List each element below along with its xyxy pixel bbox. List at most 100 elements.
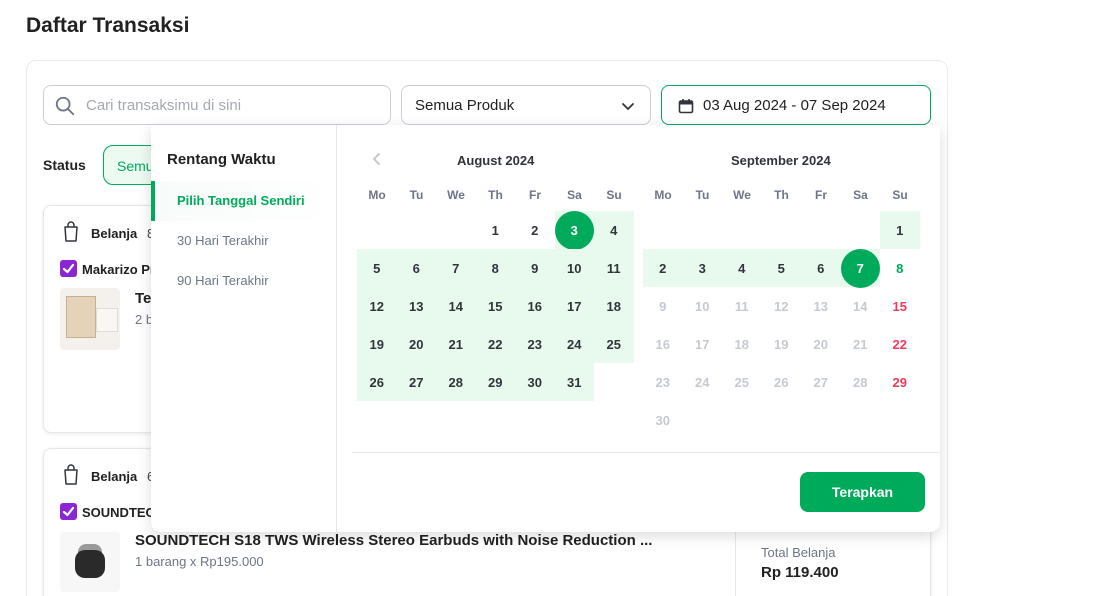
- shopping-bag-icon: [64, 464, 78, 485]
- calendar-day: 11: [734, 298, 749, 314]
- range-title: Rentang Waktu: [167, 151, 276, 168]
- calendar-day[interactable]: 15: [475, 287, 515, 325]
- product-name[interactable]: SOUNDTECH S18 TWS Wireless Stereo Earbud…: [135, 532, 652, 549]
- calendar-day[interactable]: 21: [436, 325, 476, 363]
- calendar-day[interactable]: 16: [515, 287, 555, 325]
- product-image[interactable]: [60, 532, 120, 592]
- calendar-day[interactable]: 22: [475, 325, 515, 363]
- calendar-day[interactable]: 6: [396, 249, 436, 287]
- calendar-day: 24: [695, 374, 710, 390]
- calendar-day: 29: [892, 374, 907, 390]
- calendar-day[interactable]: 27: [396, 363, 436, 401]
- calendar-day[interactable]: 9: [515, 249, 555, 287]
- date-range-value: 03 Aug 2024 - 07 Sep 2024: [703, 97, 886, 114]
- calendar-day[interactable]: 4: [594, 211, 634, 249]
- calendar-day[interactable]: 10: [554, 249, 594, 287]
- calendar-day[interactable]: 7: [840, 248, 880, 288]
- calendar-day[interactable]: 5: [357, 249, 397, 287]
- product-image[interactable]: [60, 288, 120, 350]
- chevron-down-icon: [622, 103, 634, 110]
- official-store-badge-icon: [60, 503, 77, 520]
- shop-name[interactable]: Makarizo Pr: [82, 262, 155, 277]
- calendar-day[interactable]: 6: [801, 249, 841, 287]
- calendar-day[interactable]: 11: [594, 249, 634, 287]
- calendar-day[interactable]: 4: [722, 249, 762, 287]
- calendar-day: 26: [774, 374, 789, 390]
- search-box[interactable]: [43, 85, 391, 125]
- calendar-day[interactable]: 2: [515, 211, 555, 249]
- calendar-day: 14: [853, 298, 868, 314]
- weekday-label: Tu: [695, 188, 710, 202]
- calendar-icon: [678, 99, 694, 114]
- calendar-day: 12: [774, 298, 789, 314]
- total-label: Total Belanja: [761, 545, 836, 560]
- calendar-day: 20: [813, 336, 828, 352]
- range-option-label: Pilih Tanggal Sendiri: [177, 193, 305, 208]
- product-quantity: 1 barang x Rp195.000: [135, 554, 264, 569]
- calendar-day[interactable]: 25: [594, 325, 634, 363]
- total-value: Rp 119.400: [761, 564, 839, 581]
- calendar-day: 28: [853, 374, 868, 390]
- calendar-day: 22: [892, 336, 907, 352]
- weekday-label: Mo: [654, 188, 672, 202]
- calendar-day[interactable]: 7: [436, 249, 476, 287]
- range-option-30-days[interactable]: 30 Hari Terakhir: [151, 221, 336, 261]
- calendar-day[interactable]: 3: [682, 249, 722, 287]
- calendar-day: 18: [734, 336, 749, 352]
- range-option-custom[interactable]: Pilih Tanggal Sendiri: [151, 181, 336, 221]
- calendar-day[interactable]: 18: [594, 287, 634, 325]
- apply-button[interactable]: Terapkan: [800, 472, 925, 512]
- product-name[interactable]: Te: [135, 290, 151, 307]
- calendar-day[interactable]: 13: [396, 287, 436, 325]
- calendar-day: 19: [774, 336, 789, 352]
- calendar-day[interactable]: 19: [357, 325, 397, 363]
- weekday-label: Mo: [368, 188, 386, 202]
- calendar-day[interactable]: 28: [436, 363, 476, 401]
- calendar-day[interactable]: 1: [476, 211, 516, 249]
- search-input[interactable]: [86, 87, 376, 123]
- calendar-day[interactable]: 3: [554, 210, 594, 250]
- shopping-bag-icon: [64, 221, 78, 242]
- calendar-day[interactable]: 17: [554, 287, 594, 325]
- date-picker-popover: Rentang Waktu Pilih Tanggal Sendiri 30 H…: [151, 125, 940, 532]
- range-option-label: 90 Hari Terakhir: [177, 273, 269, 288]
- calendar-day: 30: [655, 412, 670, 428]
- calendar-day[interactable]: 5: [761, 249, 801, 287]
- weekday-label: Su: [606, 188, 622, 202]
- transaction-type: Belanja: [91, 226, 138, 241]
- date-range-field[interactable]: 03 Aug 2024 - 07 Sep 2024: [661, 85, 931, 125]
- calendar-day[interactable]: 29: [475, 363, 515, 401]
- calendar-day[interactable]: 20: [396, 325, 436, 363]
- calendar-day[interactable]: 12: [357, 287, 397, 325]
- chevron-left-icon[interactable]: [370, 151, 384, 167]
- weekday-label: We: [447, 188, 465, 202]
- product-select-value: Semua Produk: [415, 97, 515, 114]
- weekday-label: Fr: [529, 188, 541, 202]
- status-label: Status: [43, 157, 86, 173]
- calendar-day: 8: [896, 260, 904, 276]
- weekday-label: Sa: [567, 188, 582, 202]
- calendar-day: 10: [695, 298, 710, 314]
- range-option-label: 30 Hari Terakhir: [177, 233, 269, 248]
- month-title-september: September 2024: [731, 153, 831, 168]
- calendar-day: 9: [659, 298, 667, 314]
- calendar-day[interactable]: 31: [554, 363, 594, 401]
- calendar-day[interactable]: 14: [436, 287, 476, 325]
- weekday-label: We: [733, 188, 751, 202]
- calendar-day[interactable]: 26: [357, 363, 397, 401]
- calendar-day[interactable]: 2: [643, 249, 683, 287]
- weekday-label: Th: [488, 188, 503, 202]
- calendar-day[interactable]: 30: [515, 363, 555, 401]
- range-panel: Rentang Waktu Pilih Tanggal Sendiri 30 H…: [151, 125, 337, 532]
- calendar-day[interactable]: 23: [515, 325, 555, 363]
- calendar-day: 25: [734, 374, 749, 390]
- weekday-label: Tu: [409, 188, 424, 202]
- weekday-label: Sa: [853, 188, 868, 202]
- range-option-90-days[interactable]: 90 Hari Terakhir: [151, 261, 336, 301]
- product-select[interactable]: Semua Produk: [401, 85, 651, 125]
- calendar-day[interactable]: 24: [554, 325, 594, 363]
- calendar-day[interactable]: 8: [475, 249, 515, 287]
- weekday-label: Fr: [815, 188, 827, 202]
- calendar-day[interactable]: 1: [880, 211, 920, 249]
- calendar-day: 15: [892, 298, 907, 314]
